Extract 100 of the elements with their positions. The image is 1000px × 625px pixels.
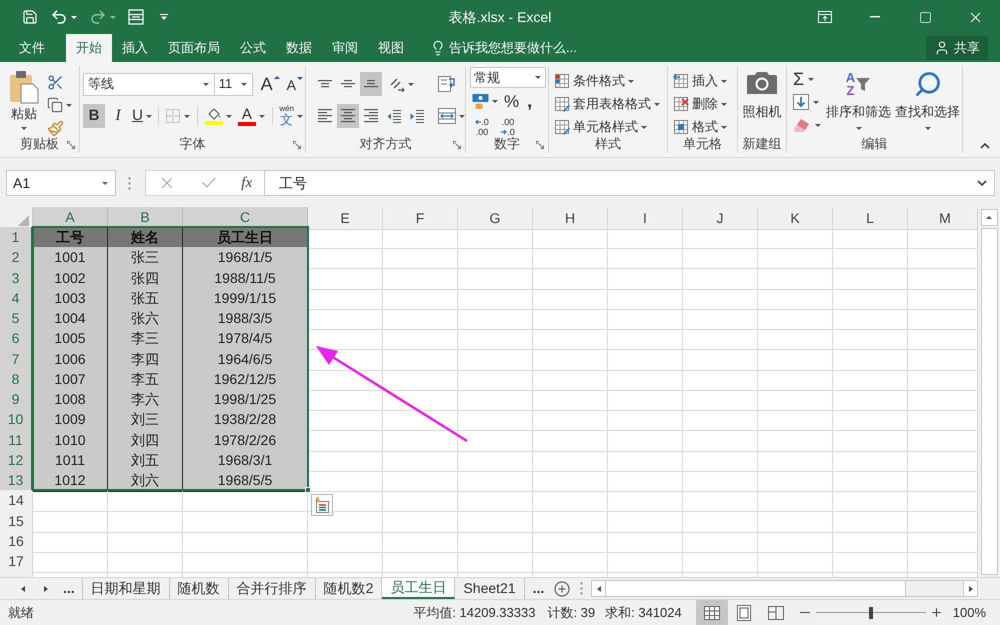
person-icon [934,40,950,56]
scroll-up-button[interactable] [980,209,998,226]
format-as-table-button[interactable]: 套用表格格式 [554,93,667,115]
row-header[interactable]: 17 [0,551,33,573]
formula-field[interactable]: 工号 [264,170,995,196]
corner-triangle-icon [18,215,29,226]
dialog-launcher-icon[interactable] [536,141,544,149]
table-cell: 刘四 [108,430,183,452]
scroll-right-button[interactable] [963,581,977,596]
insert-cells-icon [673,73,689,89]
ribbon-tab[interactable]: 开始 [66,34,112,62]
insert-function-button[interactable]: fx [241,172,252,194]
ribbon-tab[interactable]: 审阅 [322,34,368,62]
share-button[interactable]: 共享 [926,36,988,60]
scrollbar-thumb[interactable] [606,581,906,596]
tell-me-field[interactable]: 告诉我您想要做什么... [430,34,577,62]
ribbon-tab[interactable]: 数据 [276,34,322,62]
ribbon-tab[interactable]: 插入 [112,34,158,62]
fill-button[interactable] [793,91,821,113]
quick-analysis-icon [314,497,330,514]
grow-font-button[interactable]: A [258,72,282,96]
phonetic-guide-button[interactable]: wén 文 [277,104,305,128]
zoom-in-button[interactable] [930,606,943,619]
column-header[interactable]: L [833,207,908,230]
table-cell: 1968/5/5 [183,470,308,492]
ribbon-tab[interactable]: 页面布局 [158,34,230,62]
more-sheets-button[interactable]: ... [59,578,79,599]
paste-button[interactable]: 粘贴 [6,68,42,134]
triangle-right-icon [968,586,972,592]
increase-indent-icon [410,110,424,122]
row-header[interactable]: 2 [0,247,33,270]
scrollbar-thumb[interactable] [980,228,998,575]
number-format-field[interactable]: 常规 [470,67,546,88]
table-cell: 1012 [33,470,108,492]
borders-icon [165,108,182,124]
align-center-button[interactable] [337,104,359,128]
group-label: 编辑 [862,136,888,150]
align-bottom-button[interactable] [360,72,382,96]
customize-caret-icon [160,14,168,20]
collapse-ribbon-button[interactable] [980,143,990,149]
shrink-font-button[interactable]: A [284,72,305,96]
sum-readout: 求和: 341024 [605,604,682,622]
quick-analysis-button[interactable] [311,494,333,516]
name-box[interactable]: A1 [6,170,116,196]
dialog-launcher-icon[interactable] [453,141,461,149]
sort-filter-button[interactable]: A Z 排序和筛选 [824,68,893,136]
column-header[interactable]: K [758,207,833,230]
table-cell: 李六 [108,389,183,411]
row-header[interactable]: 15 [0,510,33,532]
ribbon-tab[interactable]: 文件 [9,34,55,62]
normal-view-button[interactable] [696,600,728,625]
comma-button[interactable]: , [523,90,536,112]
bold-button[interactable]: B [83,104,105,128]
find-select-button[interactable]: 查找和选择 [893,68,962,136]
table-cell: 张六 [108,308,183,330]
caret-icon [492,100,498,102]
autosum-button[interactable]: Σ [793,68,821,90]
underline-button[interactable]: U [131,104,153,128]
format-cells-button[interactable]: 格式 [673,116,737,138]
camera-button[interactable]: 照相机 [742,70,782,122]
delete-cells-icon [673,96,689,112]
row-header[interactable]: 10 [0,409,33,432]
table-cell: 李四 [108,348,183,370]
redo-icon [89,8,107,26]
column-header[interactable]: H [533,207,608,230]
column-header[interactable]: I [608,207,683,230]
font-name-field[interactable]: 等线 [83,72,215,96]
caret-icon [628,80,634,82]
fill-handle[interactable] [305,487,311,494]
row-header[interactable]: 16 [0,530,33,553]
conditional-format-button[interactable]: 条件格式 [554,70,667,92]
delete-cells-button[interactable]: 删除 [673,93,737,115]
percent-button[interactable]: % [500,90,524,112]
clipboard-icon [9,70,39,104]
ribbon-tab[interactable]: 视图 [368,34,414,62]
dialog-launcher-icon[interactable] [67,141,75,149]
funnel-icon [855,76,872,92]
cell-styles-button[interactable]: 单元格样式 [554,116,667,138]
table-cell: 1011 [33,450,108,472]
column-header[interactable]: G [458,207,533,230]
font-color-button[interactable]: A [236,104,267,128]
sheet-tab[interactable]: 员工生日 [382,578,456,599]
increase-decimal-button[interactable]: .0 .00 [470,115,494,139]
insert-cells-button[interactable]: 插入 [673,70,737,92]
column-header[interactable]: J [683,207,758,230]
scroll-left-button[interactable] [592,581,606,596]
column-header[interactable]: E [308,207,383,230]
font-size-field[interactable]: 11 [214,72,253,96]
dialog-launcher-icon[interactable] [293,141,301,149]
table-cell: 1005 [33,328,108,350]
column-header[interactable]: M [908,207,977,230]
ribbon-tab[interactable]: 公式 [230,34,276,62]
italic-button[interactable]: I [107,104,129,128]
more-sheets-button[interactable]: ... [528,578,548,599]
row-header[interactable]: 6 [0,328,33,350]
zoom-thumb[interactable] [868,606,873,618]
conditional-format-icon [554,73,570,89]
column-header[interactable]: F [383,207,458,230]
caret-icon [924,126,930,130]
row-header[interactable]: 14 [0,490,33,512]
